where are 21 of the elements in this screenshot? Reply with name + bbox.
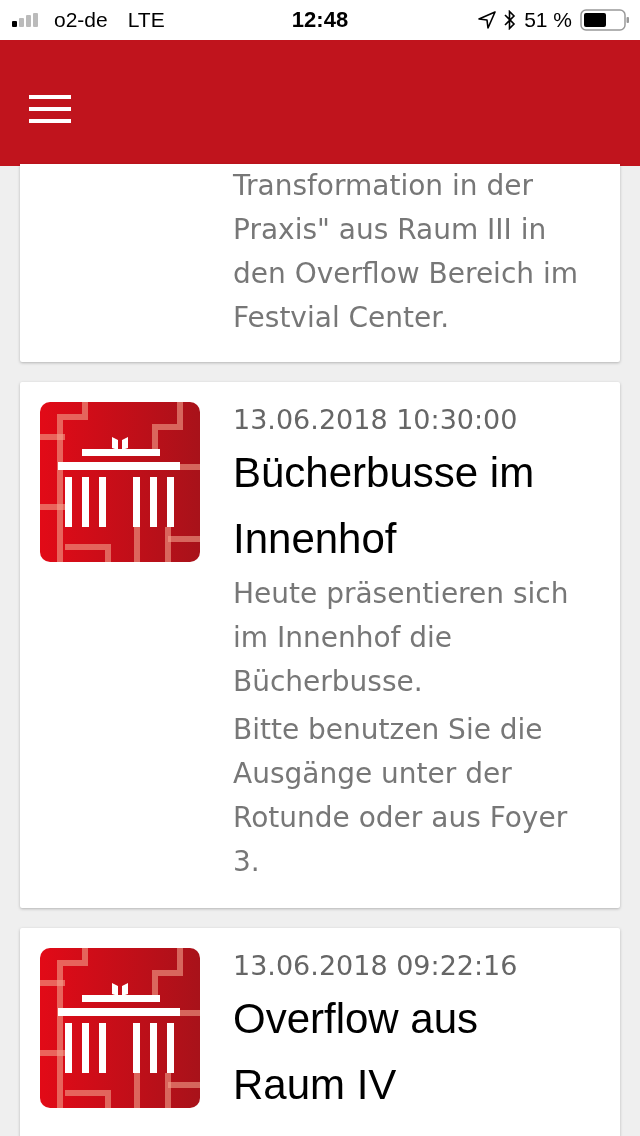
- gate-logo-icon: [40, 948, 200, 1108]
- news-date: 13.06.2018 10:30:00: [233, 403, 519, 437]
- menu-icon: [29, 95, 71, 123]
- news-date: 13.06.2018 09:22:16: [233, 949, 519, 983]
- news-title: Bücherbusse im Innenhof: [233, 448, 536, 564]
- location-icon: [478, 11, 497, 29]
- gate-logo-icon: [40, 402, 200, 562]
- news-text: Heute präsentieren sich im Innenhof die Bücherbusse.: [233, 576, 570, 700]
- news-card[interactable]: Transformation in der Praxis" aus Raum III in den Overflow Bereich im Festvial Center.: [20, 164, 620, 362]
- network-type: LTE: [127, 8, 165, 32]
- battery-percent: 51 %: [524, 8, 572, 32]
- menu-button[interactable]: [29, 95, 71, 123]
- battery-icon: [580, 9, 630, 31]
- bluetooth-icon: [504, 10, 517, 30]
- news-title: Overflow aus Raum IV: [233, 994, 480, 1110]
- clock-time: 12:48: [291, 7, 349, 33]
- news-text: Bitte benutzen Sie die Ausgänge unter der Rotunde oder aus Foyer 3.: [233, 712, 569, 880]
- news-card[interactable]: 13.06.2018 10:30:00 Bücherbusse im Innenhof Heute präsentieren sich im Innenhof die Bücherbusse. Bitte benutzen Sie die Ausgänge unter der Rotunde oder aus Foyer 3.: [20, 382, 620, 908]
- news-card[interactable]: 13.06.2018 09:22:16 Overflow aus Raum IV: [20, 928, 620, 1136]
- carrier-name: o2-de: [54, 8, 108, 32]
- news-text: Transformation in der Praxis" aus Raum III in den Overflow Bereich im Festvial Center.: [233, 168, 579, 336]
